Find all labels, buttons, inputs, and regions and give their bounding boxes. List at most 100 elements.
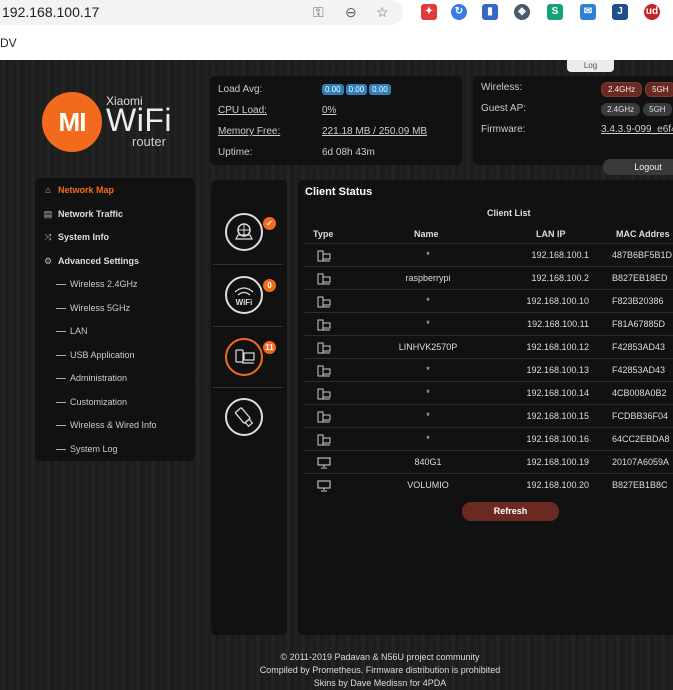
sidebar-subitem-label: Wireless 2.4GHz [70,279,138,289]
extension-s-icon[interactable]: S [547,4,563,20]
sidebar-item-network-traffic[interactable]: ▤ Network Traffic [35,204,195,226]
table-row[interactable]: * 192.168.100.15 FCDBB36F04 [303,404,673,427]
refresh-button[interactable]: Refresh [462,502,559,521]
key-icon[interactable]: ⚿ [313,4,324,21]
star-icon[interactable]: ☆ [376,4,389,21]
extension-pin-icon[interactable]: ✦ [421,4,437,20]
phone-device-icon[interactable] [317,319,331,331]
sidebar-item-wireless-5[interactable]: Wireless 5GHz [35,298,195,320]
phone-device-icon[interactable] [317,250,331,262]
cpu-load-label[interactable]: CPU Load: [218,105,267,116]
client-ip: 192.168.100.13 [526,365,589,375]
memory-label[interactable]: Memory Free: [218,126,280,137]
phone-device-icon[interactable] [317,342,331,354]
client-name: LINHVK2570P [398,342,458,352]
guest-5-badge[interactable]: 5GH [643,103,672,116]
firmware-value[interactable]: 3.4.3.9-099_e6f4 [601,124,673,135]
sidebar-item-advanced-settings[interactable]: ⚙ Advanced Settings [35,251,195,273]
wireless-5-badge[interactable]: 5GH [645,82,673,97]
phone-device-icon[interactable] [317,388,331,400]
extension-mail-icon[interactable]: ✉ [580,4,596,20]
desktop-icon[interactable] [317,480,331,492]
sidebar-item-customization[interactable]: Customization [35,392,195,414]
internet-status-badge: ✓ [263,217,276,230]
sidebar-subitem-label: Customization [70,397,128,407]
extension-sync-icon[interactable]: ↻ [451,4,467,20]
table-row[interactable]: LINHVK2570P 192.168.100.12 F42853AD43 [303,335,673,358]
wireless-status-panel: Wireless: 2.4GHz 5GH Guest AP: 2.4GHz 5GH … [473,76,673,175]
logout-button[interactable]: Logout [603,159,673,175]
sidebar-subitem-label: Wireless & Wired Info [70,420,157,430]
clients-icon[interactable] [225,338,263,376]
wifi-icon[interactable]: WiFi [225,276,263,314]
sidebar-item-wireless-wired-info[interactable]: Wireless & Wired Info [35,415,195,437]
usb-icon[interactable] [225,398,263,436]
table-row[interactable]: * 192.168.100.11 F81A67885D [303,312,673,335]
bookmark-item[interactable]: DV [0,36,17,50]
extension-j-icon[interactable]: J [612,4,628,20]
client-name: * [426,434,430,444]
wireless-badges: 2.4GHz 5GH [601,82,673,97]
column-type: Type [313,229,334,239]
client-mac: 20107A6059A [612,457,670,467]
dash-icon [56,308,66,309]
guest-24-badge[interactable]: 2.4GHz [601,103,641,116]
client-name: * [426,365,430,375]
sidebar-item-label: Advanced Settings [58,256,140,266]
url-text[interactable]: 192.168.100.17 [2,4,99,20]
sidebar-subitem-label: Wireless 5GHz [70,303,131,313]
shuffle-icon: ⤨ [44,232,52,242]
sidebar-item-administration[interactable]: Administration [35,368,195,390]
phone-device-icon[interactable] [317,365,331,377]
wireless-label: Wireless: [481,82,523,93]
client-mac: B827EB1B8C [612,480,668,490]
phone-device-icon[interactable] [317,411,331,423]
client-mac: F823B20386 [612,296,664,306]
home-icon: ⌂ [45,185,51,195]
column-lan-ip: LAN IP [536,229,566,239]
table-row[interactable]: * 192.168.100.13 F42853AD43 [303,358,673,381]
client-status-title: Client Status [305,186,373,198]
firmware-label: Firmware: [481,124,526,135]
table-row[interactable]: * 192.168.100.1 487B6BF5B1D [303,243,673,266]
zoom-icon[interactable]: ⊖ [345,4,357,21]
sidebar-item-label: Network Traffic [58,209,124,219]
phone-device-icon[interactable] [317,434,331,446]
table-row[interactable]: VOLUMIO 192.168.100.20 B827EB1B8C [303,473,673,496]
extension-ud-icon[interactable]: ud [644,4,660,20]
sidebar-item-system-info[interactable]: ⤨ System Info [35,227,195,249]
desktop-icon[interactable] [317,457,331,469]
table-row[interactable]: * 192.168.100.14 4CB008A0B2 [303,381,673,404]
sidebar-item-network-map[interactable]: ⌂ Network Map [35,180,195,202]
table-row[interactable]: * 192.168.100.16 64CC2EBDA8 [303,427,673,450]
sidebar-item-wireless-24[interactable]: Wireless 2.4GHz [35,274,195,296]
extension-shield-icon[interactable]: ◈ [514,4,530,20]
cpu-load-value[interactable]: 0% [322,105,336,116]
table-row[interactable]: raspberrypi 192.168.100.2 B827EB18ED [303,266,673,289]
table-row[interactable]: * 192.168.100.10 F823B20386 [303,289,673,312]
load-avg-1: 0.00 [322,84,344,95]
dash-icon [56,284,66,285]
sidebar-subitem-label: USB Application [70,350,135,360]
client-ip: 192.168.100.11 [527,319,589,329]
sidebar-item-lan[interactable]: LAN [35,321,195,343]
extension-bookmark-icon[interactable]: ▮ [482,4,498,20]
table-row[interactable]: 840G1 192.168.100.19 20107A6059A [303,450,673,473]
sidebar-item-system-log[interactable]: System Log [35,439,195,461]
wireless-24-badge[interactable]: 2.4GHz [601,82,643,97]
log-tab[interactable]: Log [567,60,614,72]
load-avg-label: Load Avg: [218,84,263,95]
client-mac: FCDBB36F04 [612,411,669,421]
memory-value[interactable]: 221.18 MB / 250.09 MB [322,126,427,137]
phone-device-icon[interactable] [317,296,331,308]
load-avg-values: 0.00 0.00 0.00 [322,84,393,95]
client-ip: 192.168.100.12 [526,342,589,352]
phone-device-icon[interactable] [317,273,331,285]
client-mac: F42853AD43 [612,342,666,352]
client-ip: 192.168.100.20 [526,480,589,490]
internet-icon[interactable] [225,213,263,251]
address-bar[interactable]: 192.168.100.17 ⚿ ⊖ ☆ [0,0,403,25]
client-ip: 192.168.100.16 [526,434,589,444]
sidebar-item-usb-application[interactable]: USB Application [35,345,195,367]
gear-icon: ⚙ [43,256,53,266]
